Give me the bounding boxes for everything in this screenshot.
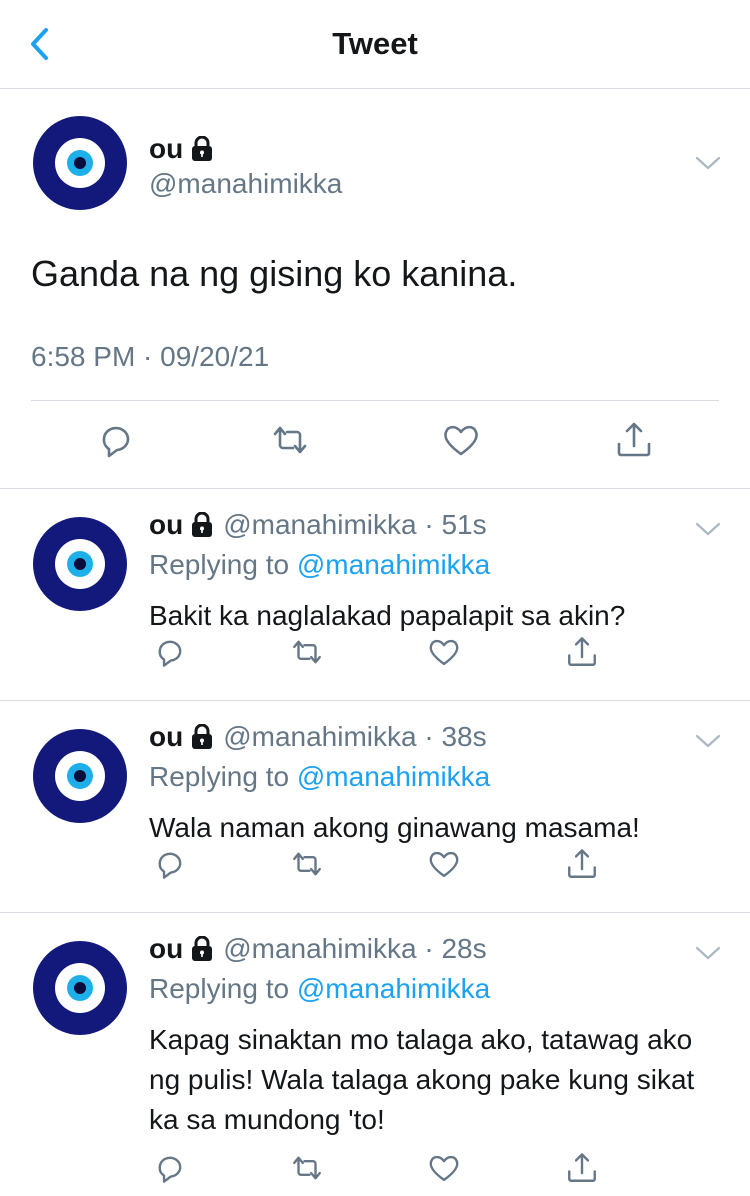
replying-to: Replying to @manahimikka <box>149 761 490 793</box>
reply-button[interactable] <box>153 635 187 669</box>
author-name-row: ou <box>149 133 213 165</box>
share-icon <box>568 1153 596 1182</box>
tweet-timestamp: 6:58 PM · 09/20/21 <box>31 341 270 372</box>
tweet-options-button[interactable] <box>695 521 721 537</box>
share-icon <box>568 637 596 666</box>
chevron-down-icon <box>695 156 721 170</box>
retweet-icon <box>293 852 321 876</box>
author-row: ou @manahimikka · 51s <box>149 509 487 541</box>
reply-tweet[interactable]: ou @manahimikka · 28s Replying to @manah… <box>0 913 750 1196</box>
tweet-options-button[interactable] <box>695 155 721 171</box>
chevron-down-icon <box>695 734 721 748</box>
replying-to: Replying to @manahimikka <box>149 973 490 1005</box>
retweet-icon <box>293 640 321 664</box>
like-button[interactable] <box>427 635 461 669</box>
author-row: ou @manahimikka · 38s <box>149 721 487 753</box>
lock-icon <box>191 936 213 962</box>
tweet-actions <box>0 847 750 887</box>
retweet-button[interactable] <box>270 420 310 460</box>
reply-button[interactable] <box>96 420 136 460</box>
author-handle: @manahimikka · 28s <box>223 933 487 964</box>
author-handle: @manahimikka <box>149 168 343 199</box>
share-button[interactable] <box>565 1151 599 1185</box>
like-icon <box>429 1155 459 1182</box>
author-handle: @manahimikka · 38s <box>223 721 487 752</box>
author-handle: @manahimikka · 51s <box>223 509 487 540</box>
share-icon <box>617 422 651 457</box>
share-button[interactable] <box>614 420 654 460</box>
retweet-button[interactable] <box>290 635 324 669</box>
replying-to: Replying to @manahimikka <box>149 549 490 581</box>
tweet-text: Bakit ka naglalakad papalapit sa akin? <box>149 600 626 631</box>
like-icon <box>429 639 459 666</box>
reply-icon <box>102 426 130 458</box>
tweet-actions <box>0 635 750 675</box>
tweet-text: Ganda na ng gising ko kanina. <box>31 253 518 294</box>
avatar[interactable] <box>33 116 127 210</box>
retweet-icon <box>293 1156 321 1180</box>
author-name: ou <box>149 933 184 964</box>
lock-icon <box>191 136 213 162</box>
reply-icon <box>158 640 182 667</box>
replying-prefix: Replying to <box>149 549 297 580</box>
author-name: ou <box>149 509 184 540</box>
mention-link[interactable]: @manahimikka <box>297 761 490 792</box>
share-icon <box>568 849 596 878</box>
tweet-text: Wala naman akong ginawang masama! <box>149 812 640 843</box>
lock-icon <box>191 724 213 750</box>
avatar[interactable] <box>33 729 127 823</box>
page-title: Tweet <box>332 26 418 61</box>
reply-icon <box>158 1156 182 1183</box>
retweet-button[interactable] <box>290 1151 324 1185</box>
retweet-button[interactable] <box>290 847 324 881</box>
reply-tweet[interactable]: ou @manahimikka · 38s Replying to @manah… <box>0 701 750 913</box>
like-icon <box>429 851 459 878</box>
like-button[interactable] <box>427 847 461 881</box>
avatar[interactable] <box>33 941 127 1035</box>
author-name: ou <box>149 721 184 752</box>
replying-prefix: Replying to <box>149 761 297 792</box>
like-icon <box>444 425 478 456</box>
mention-link[interactable]: @manahimikka <box>297 549 490 580</box>
chevron-down-icon <box>695 946 721 960</box>
reply-tweet[interactable]: ou @manahimikka · 51s Replying to @manah… <box>0 489 750 701</box>
tweet-options-button[interactable] <box>695 733 721 749</box>
main-tweet: ou @manahimikka Ganda na ng gising ko ka… <box>0 89 750 489</box>
tweet-options-button[interactable] <box>695 945 721 961</box>
retweet-icon <box>273 426 307 454</box>
mention-link[interactable]: @manahimikka <box>297 973 490 1004</box>
divider <box>31 400 719 401</box>
tweet-actions <box>0 1151 750 1191</box>
avatar[interactable] <box>33 517 127 611</box>
share-button[interactable] <box>565 635 599 669</box>
author-row: ou @manahimikka · 28s <box>149 933 487 965</box>
reply-button[interactable] <box>153 847 187 881</box>
lock-icon <box>191 512 213 538</box>
tweet-text: Kapag sinaktan mo talaga ako, tatawag ak… <box>149 1024 695 1135</box>
author-name: ou <box>149 133 184 164</box>
replying-prefix: Replying to <box>149 973 297 1004</box>
like-button[interactable] <box>427 1151 461 1185</box>
share-button[interactable] <box>565 847 599 881</box>
tweet-actions <box>0 420 750 470</box>
top-bar: Tweet <box>0 0 750 89</box>
chevron-down-icon <box>695 522 721 536</box>
reply-button[interactable] <box>153 1151 187 1185</box>
reply-icon <box>158 852 182 879</box>
like-button[interactable] <box>441 420 481 460</box>
